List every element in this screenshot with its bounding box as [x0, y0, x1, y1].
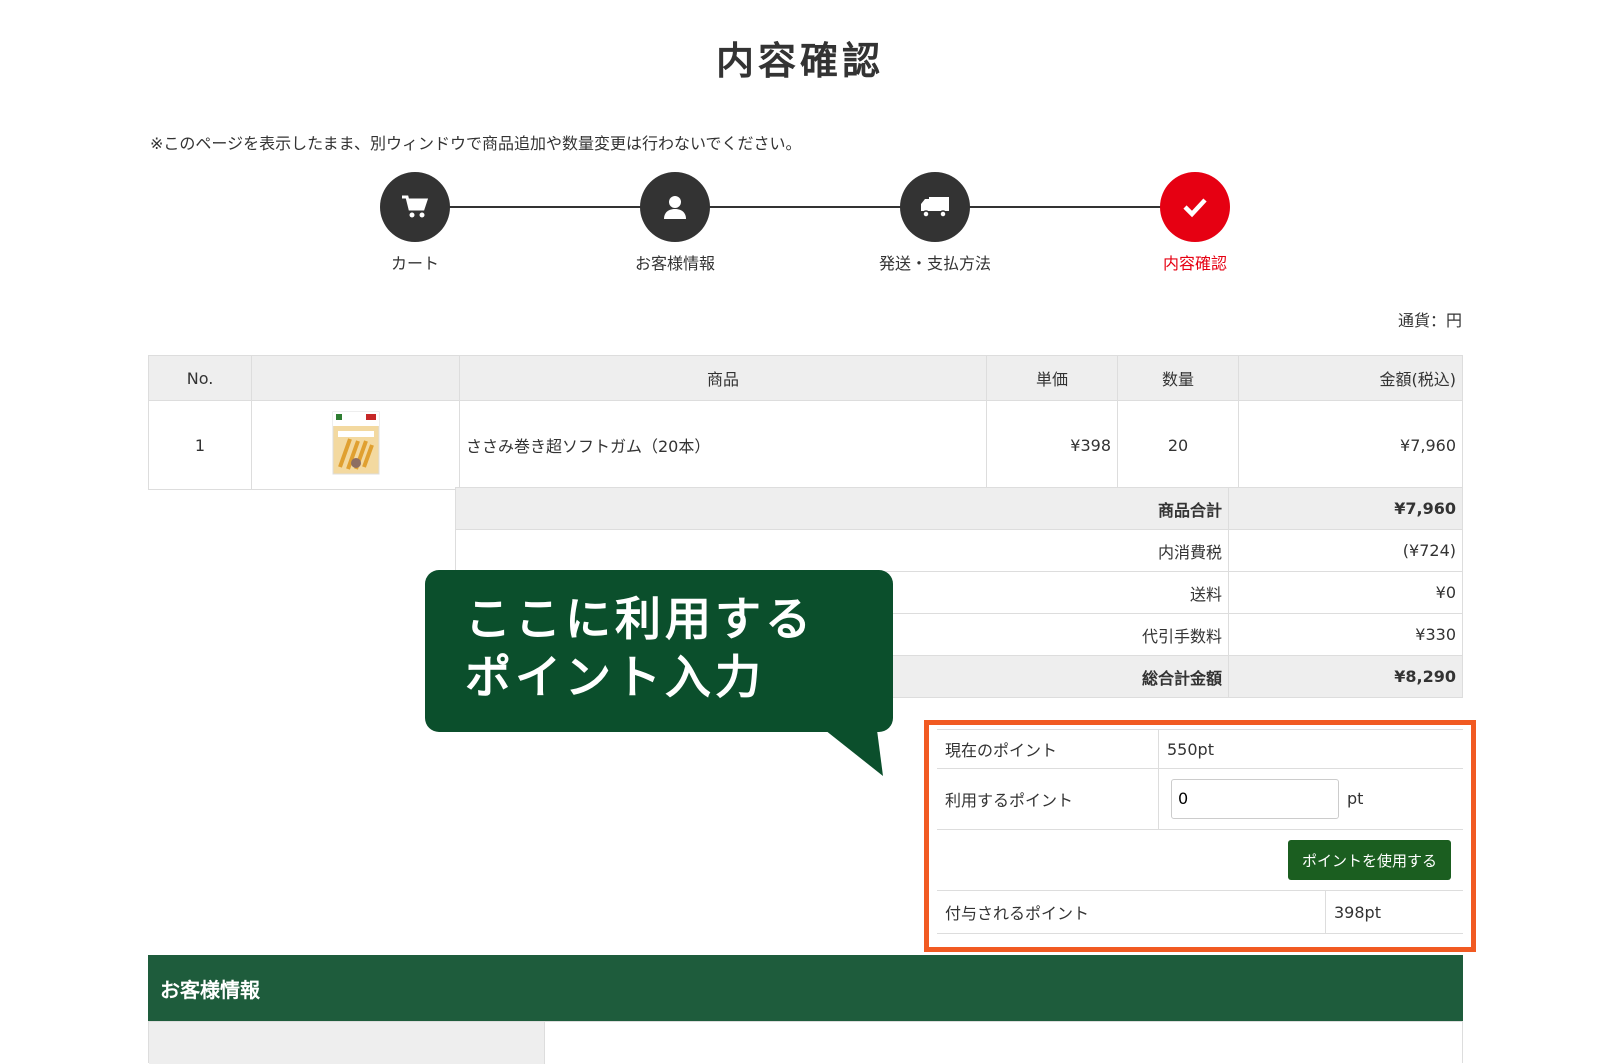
col-header-unit-price: 単価 [986, 355, 1118, 401]
summary-row-subtotal: 商品合計 ¥7,960 [455, 487, 1463, 530]
points-highlight-box: 現在のポイント 550pt 利用するポイント pt ポイントを使用する 付与され… [924, 720, 1476, 952]
check-icon [1160, 172, 1230, 242]
step-label: カート [390, 254, 439, 273]
callout-line-1: ここに利用する [465, 592, 815, 646]
callout-tail [825, 730, 883, 776]
steps-connector [415, 206, 1205, 208]
points-use-input[interactable] [1171, 778, 1339, 819]
points-row-current: 現在のポイント 550pt [937, 729, 1463, 769]
points-use-cell: pt [1159, 768, 1463, 829]
user-icon [640, 172, 710, 242]
summary-value: ¥8,290 [1228, 655, 1463, 698]
cell-qty: 20 [1117, 400, 1239, 490]
customer-info-heading: お客様情報 [148, 955, 1463, 1021]
truck-icon [900, 172, 970, 242]
use-points-button[interactable]: ポイントを使用する [1287, 840, 1451, 880]
table-header-row: No. 商品 単価 数量 金額(税込) [148, 355, 1463, 401]
table-row: 1 ささみ巻き超ソフトガム（20本） ¥398 20 ¥7,960 [148, 400, 1463, 490]
step-label: お客様情報 [634, 254, 715, 273]
summary-value: ¥0 [1228, 571, 1463, 614]
summary-value: ¥330 [1228, 613, 1463, 656]
step-shipping-payment: 発送・支払方法 [865, 172, 1005, 274]
customer-info-label-cell [149, 1022, 545, 1064]
summary-value: ¥7,960 [1228, 487, 1463, 530]
col-header-no: No. [148, 355, 252, 401]
cart-icon [380, 172, 450, 242]
points-granted-label: 付与されるポイント [937, 891, 1326, 933]
callout-line-2: ポイント入力 [465, 650, 765, 704]
items-table: No. 商品 単価 数量 金額(税込) 1 ささみ巻き超ソフトガム（20本） ¥… [148, 355, 1463, 490]
col-header-product: 商品 [459, 355, 987, 401]
col-header-image [251, 355, 460, 401]
customer-info-row [148, 1021, 1463, 1064]
notice-text: ※このページを表示したまま、別ウィンドウで商品追加や数量変更は行わないでください… [150, 134, 802, 153]
summary-row-tax: 内消費税 (¥724) [455, 529, 1463, 572]
cell-product-name[interactable]: ささみ巻き超ソフトガム（20本） [459, 400, 987, 490]
points-granted-value: 398pt [1334, 902, 1381, 922]
step-cart: カート [345, 172, 485, 274]
callout-text: ここに利用する ポイント入力 [465, 590, 815, 706]
product-image [332, 411, 379, 475]
cell-amount: ¥7,960 [1238, 400, 1463, 490]
points-row-button: ポイントを使用する [937, 830, 1463, 891]
points-row-granted: 付与されるポイント 398pt [937, 891, 1463, 934]
points-current-label: 現在のポイント [937, 730, 1159, 768]
col-header-qty: 数量 [1117, 355, 1239, 401]
page-title: 内容確認 [715, 39, 884, 83]
summary-label: 内消費税 [455, 529, 1229, 572]
cell-no: 1 [148, 400, 252, 490]
points-unit: pt [1347, 789, 1364, 808]
currency-note: 通貨：円 [1397, 311, 1462, 330]
step-customer-info: お客様情報 [605, 172, 745, 274]
points-use-label: 利用するポイント [937, 768, 1159, 829]
summary-label: 商品合計 [455, 487, 1229, 530]
points-button-cell: ポイントを使用する [937, 830, 1463, 890]
col-header-amount: 金額(税込) [1238, 355, 1463, 401]
summary-value: (¥724) [1228, 529, 1463, 572]
points-current-value: 550pt [1167, 739, 1214, 759]
step-label: 内容確認 [1162, 254, 1227, 273]
step-label: 発送・支払方法 [878, 254, 991, 273]
cell-unit-price: ¥398 [986, 400, 1118, 490]
checkout-steps: カート お客様情報 発送・支払方法 内容確認 [380, 172, 1240, 282]
callout-annotation: ここに利用する ポイント入力 [425, 570, 893, 776]
step-confirm: 内容確認 [1125, 172, 1265, 274]
points-row-use: 利用するポイント pt [937, 768, 1463, 830]
product-thumbnail[interactable] [251, 400, 460, 490]
